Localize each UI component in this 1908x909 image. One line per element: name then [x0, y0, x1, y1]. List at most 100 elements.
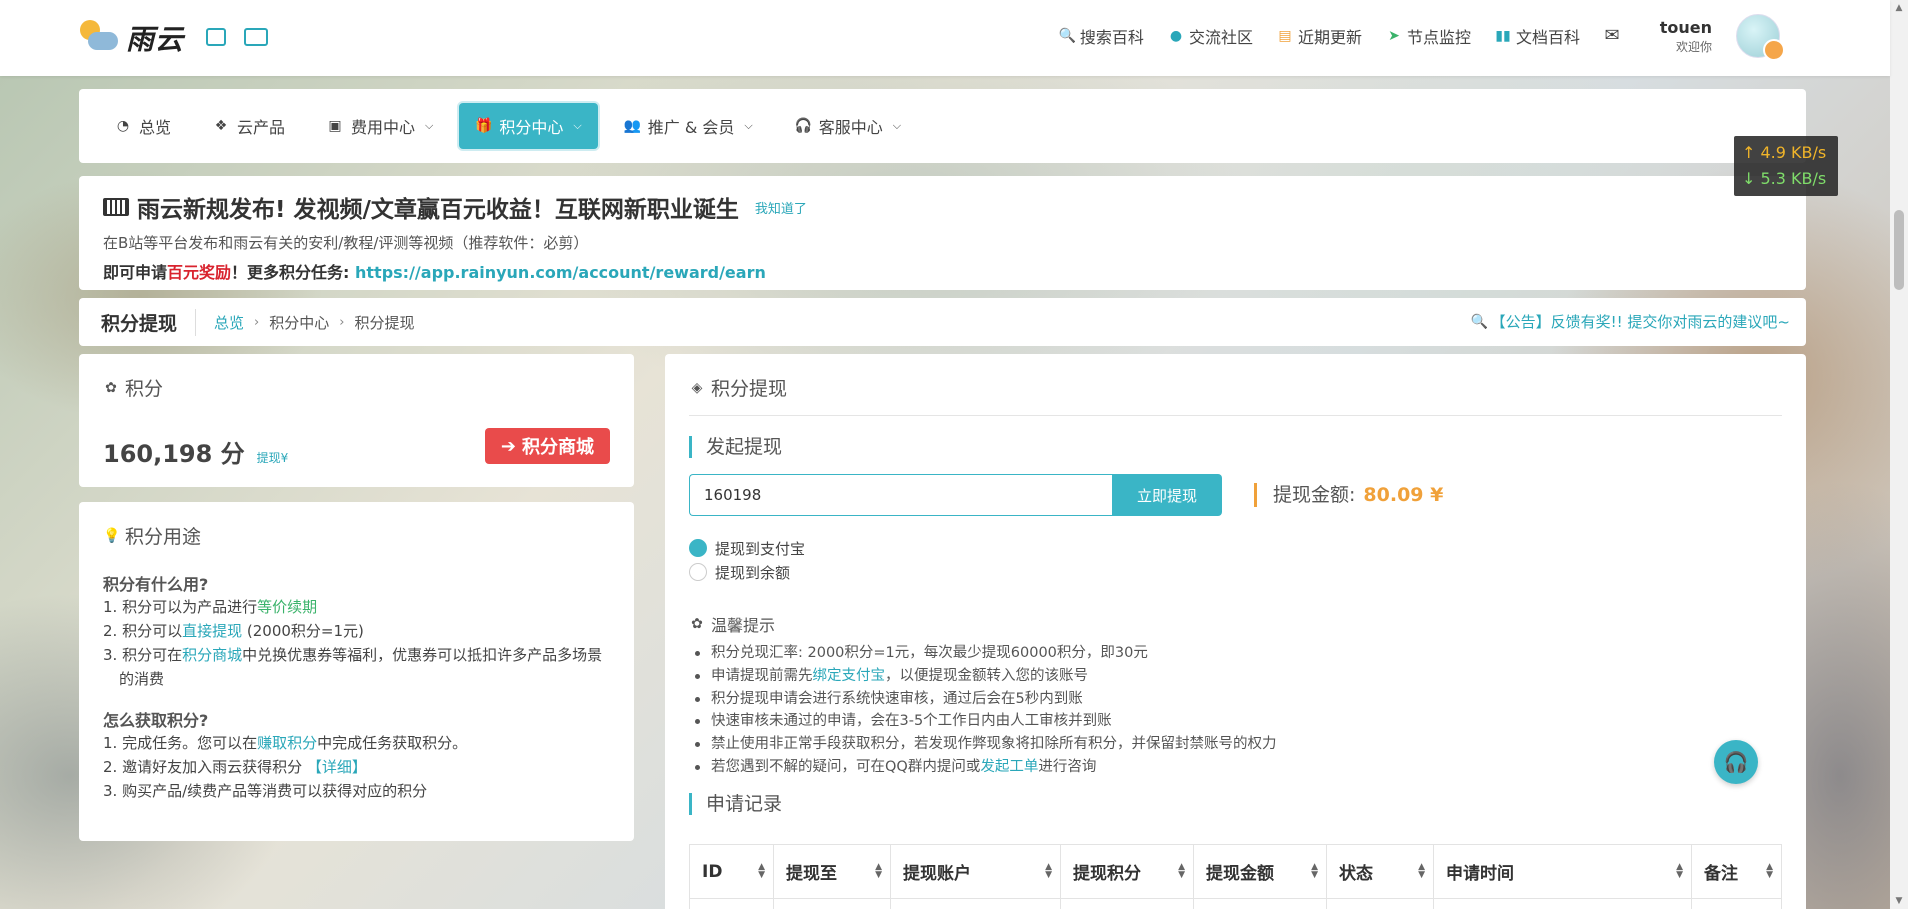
film-icon [103, 198, 129, 216]
chevron-right-icon: › [339, 314, 345, 330]
list-item: 禁止使用非正常手段获取积分，若发现作弊现象将扣除所有积分，并保留封禁账号的权力 [695, 733, 1782, 756]
withdraw-sub-link[interactable]: 提现¥ [257, 449, 289, 466]
translate-icon[interactable] [244, 28, 268, 46]
image-icon[interactable] [206, 28, 226, 46]
list-item: 快速审核未通过的申请，会在3-5个工作日内由人工审核并到账 [695, 710, 1782, 733]
logo[interactable]: 雨云 [76, 18, 184, 58]
withdraw-amount: 提现金额: 80.09 ¥ [1254, 483, 1443, 507]
chevron-down-icon: ⌵ [573, 119, 582, 132]
announcement-line-2: 即可申请百元奖励！更多积分任务: https://app.rainyun.com… [103, 263, 766, 282]
top-navbar: 雨云 🔍 搜索百科 ● 交流社区 ▤ 近期更新 ➤ 节点监控 ▮▮ 文档百科 ✉… [0, 0, 1890, 76]
book-icon: ▮▮ [1495, 28, 1511, 44]
sort-icon: ▲ ▼ [1418, 862, 1425, 880]
earn-link[interactable]: https://app.rainyun.com/account/reward/e… [355, 263, 766, 282]
list-item: 2. 积分可以直接提现 (2000积分=1元) [103, 622, 364, 640]
points-balance: 160,198 分 [103, 440, 245, 468]
menu-support[interactable]: 🎧 客服中心 ⌵ [779, 103, 917, 149]
sort-icon: ▲ ▼ [875, 862, 882, 880]
main-menu: ◔ 总览 ❖ 云产品 ▣ 费用中心 ⌵ 🎁 积分中心 ⌵ 👥 推广 & 会员 ⌵… [79, 89, 1806, 163]
menu-points-center[interactable]: 🎁 积分中心 ⌵ [459, 103, 598, 149]
list-item: 1. 完成任务。您可以在赚取积分中完成任务获取积分。 [103, 734, 468, 752]
magnifier-icon: 🔍 [1470, 313, 1489, 330]
mail-icon: ✉ [1604, 25, 1620, 46]
money-icon: ▣ [328, 118, 342, 134]
column-header[interactable]: 提现账户 ▲ ▼ [890, 844, 1061, 899]
download-speed: ↓ 5.3 KB/s [1742, 169, 1827, 188]
breadcrumb: 总览 › 积分中心 › 积分提现 [214, 312, 414, 333]
radio-alipay[interactable]: 提现到支付宝 [689, 536, 1782, 560]
announcement-line: 在B站等平台发布和雨云有关的安利/教程/评测等视频（推荐软件：必剪） [103, 234, 589, 252]
sort-icon: ▲ ▼ [758, 862, 765, 880]
top-nav: 🔍 搜索百科 ● 交流社区 ▤ 近期更新 ➤ 节点监控 ▮▮ 文档百科 ✉ [1059, 24, 1620, 48]
usage-question-1: 积分有什么用? [103, 575, 209, 594]
net-speed-widget: ↑ 4.9 KB/s ↓ 5.3 KB/s [1734, 136, 1838, 196]
breadcrumb-item[interactable]: 积分中心 [269, 312, 329, 333]
points-card: ✿ 积分 160,198 分 提现¥ ➔ 积分商城 [79, 354, 634, 487]
records-title: 申请记录 [689, 792, 1782, 815]
sort-icon: ▲ ▼ [1045, 862, 1052, 880]
column-header[interactable]: 申请时间 ▲ ▼ [1433, 844, 1692, 899]
scroll-down-icon[interactable]: ▼ [1894, 896, 1904, 906]
logo-icon [76, 18, 120, 58]
menu-overview[interactable]: ◔ 总览 [99, 103, 187, 149]
dismiss-link[interactable]: 我知道了 [755, 198, 807, 217]
top-nav-community[interactable]: ● 交流社区 [1168, 24, 1253, 48]
sort-icon: ▲ ▼ [1178, 862, 1185, 880]
chevron-right-icon: › [254, 314, 260, 330]
logo-text: 雨云 [126, 23, 185, 56]
lotus-icon: ✿ [691, 616, 703, 632]
usage-question-2: 怎么获取积分? [103, 711, 209, 730]
withdraw-target-radios: 提现到支付宝 提现到余额 [689, 536, 1782, 584]
user-info[interactable]: touen 欢迎你 [1660, 18, 1712, 55]
cubes-icon: ❖ [214, 118, 228, 134]
list-item: 3. 购买产品/续费产品等消费可以获得对应的积分 [103, 782, 428, 800]
list-item: 若您遇到不解的疑问，可在QQ群内提问或发起工单进行咨询 [695, 756, 1782, 779]
column-header[interactable]: 状态 ▲ ▼ [1326, 844, 1434, 899]
withdraw-points-input[interactable]: 160198 [689, 474, 1112, 516]
column-header[interactable]: 提现金额 ▲ ▼ [1193, 844, 1327, 899]
breadcrumb-item: 积分提现 [354, 313, 415, 332]
feedback-notice[interactable]: 🔍 【公告】反馈有奖!! 提交你对雨云的建议吧~ [1471, 311, 1790, 332]
support-chat-button[interactable]: 🎧 [1714, 740, 1758, 784]
breadcrumb-item[interactable]: 总览 [214, 312, 244, 333]
radio-balance[interactable]: 提现到余额 [689, 560, 1782, 584]
list-item: 积分提现申请会进行系统快速审核，通过后会在5秒内到账 [695, 688, 1782, 711]
column-header[interactable]: ID ▲ ▼ [689, 844, 774, 899]
mail-button[interactable]: ✉ [1604, 25, 1620, 46]
scrollbar-thumb[interactable] [1894, 210, 1904, 290]
top-nav-search[interactable]: 🔍 搜索百科 [1059, 24, 1144, 48]
list-item: 3. 积分可在积分商城中兑换优惠券等福利，优惠券可以抵扣许多产品多场景的消费 [103, 646, 603, 688]
menu-promotion[interactable]: 👥 推广 & 会员 ⌵ [608, 103, 769, 149]
send-icon: ➤ [1388, 28, 1400, 44]
records-table: ID ▲ ▼ 提现至 ▲ ▼ 提现账户 ▲ ▼ 提现积分 ▲ ▼ 提现金额 ▲ ▼ 状态 ▲ ▼ 申请时… [689, 844, 1782, 909]
users-icon: 👥 [623, 118, 642, 134]
withdraw-card: ◈ 积分提现 发起提现 160198 立即提现 提现金额: 80.09 ¥ 提现到… [665, 354, 1806, 909]
lotus-icon: ✿ [105, 379, 117, 396]
scroll-up-icon[interactable]: ▲ [1894, 3, 1904, 13]
diamond-icon: ◈ [691, 379, 703, 396]
lightbulb-icon: 💡 [103, 527, 121, 544]
chevron-down-icon: ⌵ [425, 119, 434, 132]
chevron-down-icon: ⌵ [892, 119, 902, 132]
top-nav-docs[interactable]: ▮▮ 文档百科 [1495, 24, 1580, 48]
top-nav-updates[interactable]: ▤ 近期更新 [1277, 24, 1362, 48]
headset-icon: 🎧 [794, 118, 813, 134]
withdraw-submit-button[interactable]: 立即提现 [1112, 474, 1222, 516]
headset-icon: 🎧 [1723, 750, 1749, 774]
tips-list: 积分兑现汇率: 2000积分=1元，每次最少提现60000积分，即30元 申请提… [689, 642, 1782, 779]
announcement-banner: 雨云新规发布! 发视频/文章赢百元收益！互联网新职业诞生 我知道了 在B站等平台… [79, 176, 1806, 290]
gift-icon: 🎁 [475, 118, 493, 134]
list-item: 2. 邀请好友加入雨云获得积分 【详细】 [103, 758, 367, 776]
column-header[interactable]: 提现至 ▲ ▼ [773, 844, 891, 899]
avatar[interactable] [1736, 14, 1785, 61]
menu-billing[interactable]: ▣ 费用中心 ⌵ [311, 103, 449, 149]
arrow-right-icon: ➔ [500, 435, 516, 457]
sort-icon: ▲ ▼ [1311, 862, 1318, 880]
column-header[interactable]: 提现积分 ▲ ▼ [1060, 844, 1194, 899]
top-nav-monitor[interactable]: ➤ 节点监控 [1386, 24, 1471, 48]
menu-products[interactable]: ❖ 云产品 [197, 103, 301, 149]
column-header[interactable]: 备注 ▲ ▼ [1691, 844, 1782, 899]
page-scrollbar[interactable]: ▲ ▼ [1890, 0, 1908, 909]
points-shop-button[interactable]: ➔ 积分商城 [484, 428, 610, 464]
points-usage-card: 💡 积分用途 积分有什么用? 1. 积分可以为产品进行等价续期 2. 积分可以直… [79, 502, 634, 841]
